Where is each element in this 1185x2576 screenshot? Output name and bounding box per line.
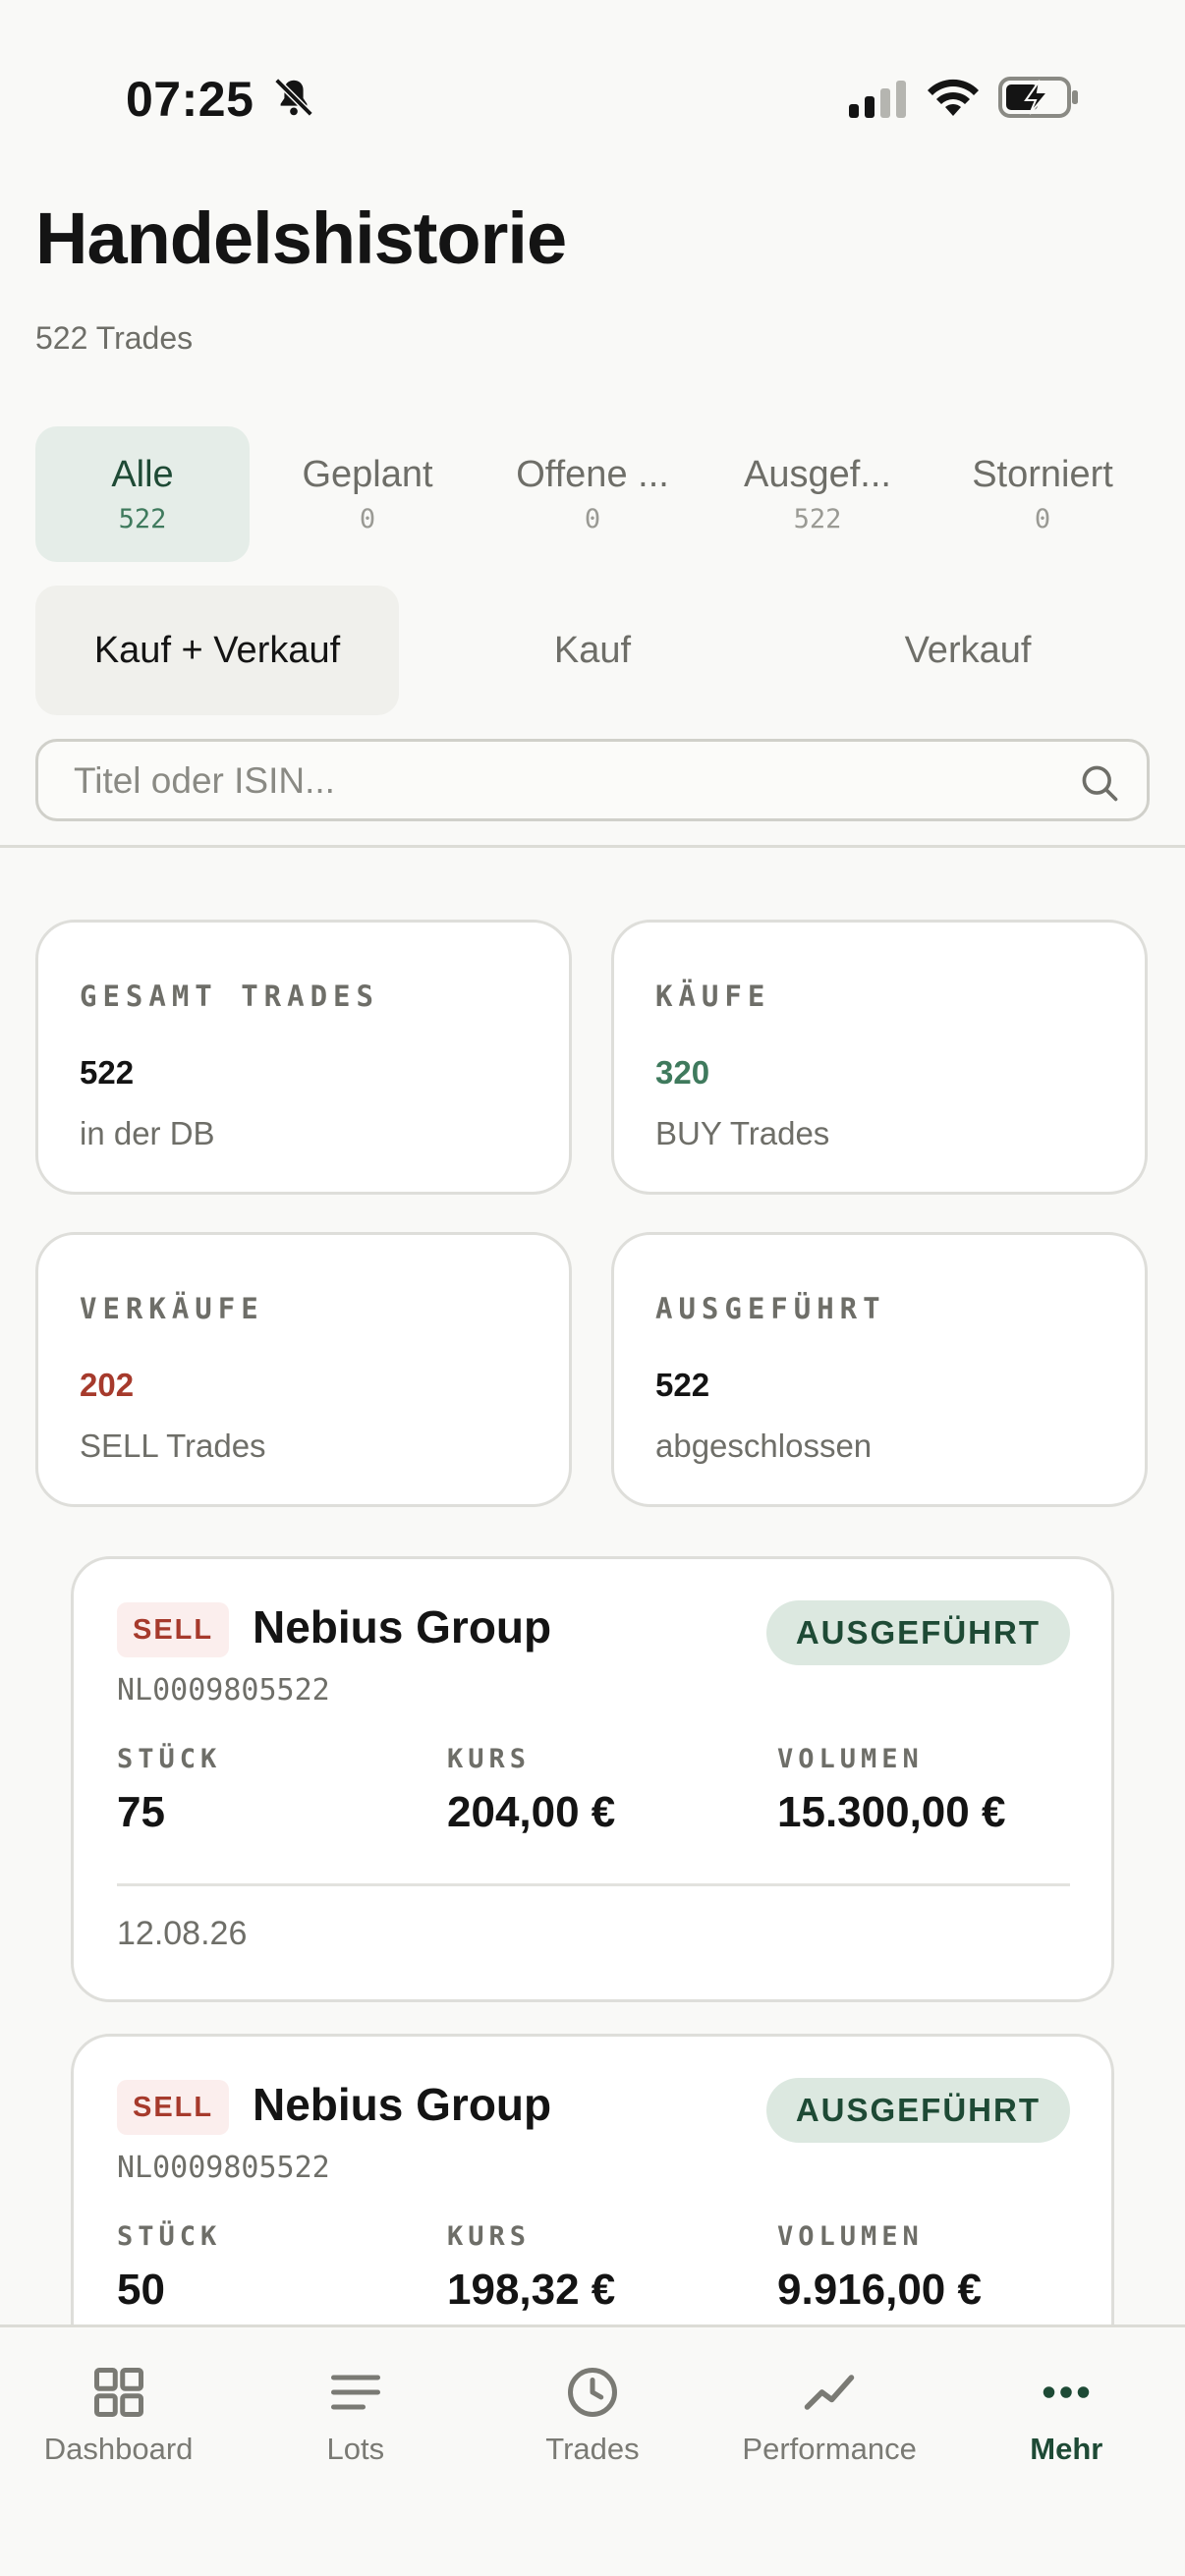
trade-title: Nebius Group — [253, 1601, 552, 1652]
tab-count: 0 — [584, 504, 601, 534]
qty-value: 50 — [117, 2266, 165, 2314]
status-bar: 07:25 — [0, 0, 1185, 187]
tab-ausgefuehrt[interactable]: Ausgef... 522 — [710, 426, 925, 562]
tab-label: Storniert — [972, 454, 1113, 495]
trade-count-subtitle: 522 Trades — [35, 320, 194, 356]
status-time: 07:25 — [126, 72, 254, 127]
tab-label: Geplant — [302, 454, 433, 495]
stat-value: 522 — [655, 1367, 710, 1403]
stat-value: 320 — [655, 1054, 710, 1091]
qty-column: STÜCK 50 — [117, 2221, 221, 2315]
tab-count: 522 — [793, 504, 842, 534]
tab-alle[interactable]: Alle 522 — [35, 426, 250, 562]
stat-sub: in der DB — [80, 1115, 215, 1151]
trade-card[interactable]: SELL Nebius Group AUSGEFÜHRT NL000980552… — [71, 1556, 1114, 2002]
nav-performance[interactable]: Performance — [711, 2327, 948, 2576]
volume-label: VOLUMEN — [777, 2221, 924, 2252]
stat-card-buys: KÄUFE 320 BUY Trades — [611, 920, 1148, 1195]
nav-label: Performance — [742, 2432, 917, 2466]
qty-value: 75 — [117, 1788, 165, 1836]
nav-lots[interactable]: Lots — [237, 2327, 474, 2576]
isin: NL0009805522 — [117, 2151, 330, 2185]
tab-label: Offene ... — [516, 454, 669, 495]
trade-divider — [117, 1883, 1070, 1886]
signal-icon — [849, 81, 906, 118]
tab-geplant[interactable]: Geplant 0 — [260, 426, 475, 562]
search-icon[interactable] — [1078, 761, 1121, 805]
volume-label: VOLUMEN — [777, 1744, 924, 1774]
tab-storniert[interactable]: Storniert 0 — [935, 426, 1150, 562]
stat-value: 202 — [80, 1367, 135, 1403]
status-badge: AUSGEFÜHRT — [765, 2078, 1070, 2143]
price-column: KURS 204,00 € — [447, 1744, 615, 1837]
volume-column: VOLUMEN 9.916,00 € — [777, 2221, 982, 2315]
list-icon — [330, 2375, 380, 2410]
grid-icon — [93, 2368, 143, 2417]
filter-kauf[interactable]: Kauf — [411, 586, 774, 715]
wifi-icon — [928, 79, 979, 116]
price-value: 204,00 € — [447, 1788, 616, 1836]
qty-column: STÜCK 75 — [117, 1744, 221, 1837]
price-column: KURS 198,32 € — [447, 2221, 615, 2315]
price-value: 198,32 € — [447, 2266, 616, 2314]
status-badge: AUSGEFÜHRT — [765, 1600, 1070, 1665]
trade-date: 12.08.26 — [117, 1915, 248, 1952]
nav-label: Lots — [326, 2432, 385, 2466]
stat-sub: BUY Trades — [655, 1115, 830, 1151]
side-filter: Kauf + Verkauf Kauf Verkauf — [35, 586, 1150, 715]
volume-value: 15.300,00 € — [777, 1788, 1006, 1836]
filter-kauf-verkauf[interactable]: Kauf + Verkauf — [35, 586, 399, 715]
tab-count: 0 — [1034, 504, 1051, 534]
qty-label: STÜCK — [117, 2221, 222, 2252]
side-badge: SELL — [117, 2080, 230, 2135]
stat-card-total: GESAMT TRADES 522 in der DB — [35, 920, 572, 1195]
battery-charging-icon — [998, 77, 1078, 118]
volume-column: VOLUMEN 15.300,00 € — [777, 1744, 1005, 1837]
qty-label: STÜCK — [117, 1744, 222, 1774]
tab-count: 0 — [359, 504, 376, 534]
tab-offene[interactable]: Offene ... 0 — [485, 426, 700, 562]
stat-value: 522 — [80, 1054, 135, 1091]
clock-icon — [567, 2368, 617, 2417]
price-label: KURS — [447, 1744, 532, 1774]
bottom-nav: Dashboard Lots Trades Performance Mehr — [0, 2324, 1185, 2576]
volume-value: 9.916,00 € — [777, 2266, 982, 2314]
page-title: Handelshistorie — [35, 197, 567, 279]
trend-icon — [804, 2375, 855, 2410]
isin: NL0009805522 — [117, 1673, 330, 1708]
trade-title: Nebius Group — [253, 2079, 552, 2130]
stat-card-sells: VERKÄUFE 202 SELL Trades — [35, 1232, 572, 1507]
more-icon — [1044, 2386, 1090, 2398]
nav-mehr[interactable]: Mehr — [948, 2327, 1185, 2576]
tab-count: 522 — [118, 504, 167, 534]
stat-label: GESAMT TRADES — [80, 980, 379, 1013]
status-tabs: Alle 522 Geplant 0 Offene ... 0 Ausgef..… — [35, 426, 1150, 562]
price-label: KURS — [447, 2221, 532, 2252]
side-badge: SELL — [117, 1602, 230, 1657]
nav-label: Trades — [545, 2432, 640, 2466]
bell-muted-icon — [274, 78, 313, 117]
stat-sub: SELL Trades — [80, 1428, 266, 1464]
nav-trades[interactable]: Trades — [474, 2327, 710, 2576]
nav-dashboard[interactable]: Dashboard — [0, 2327, 237, 2576]
filter-verkauf[interactable]: Verkauf — [786, 586, 1150, 715]
header-divider — [0, 845, 1185, 848]
stat-label: VERKÄUFE — [80, 1292, 264, 1325]
stat-sub: abgeschlossen — [655, 1428, 873, 1464]
stat-card-executed: AUSGEFÜHRT 522 abgeschlossen — [611, 1232, 1148, 1507]
tab-label: Ausgef... — [744, 454, 891, 495]
search-box — [35, 739, 1150, 821]
nav-label: Mehr — [1030, 2432, 1103, 2466]
stat-label: KÄUFE — [655, 980, 771, 1013]
tab-label: Alle — [111, 454, 174, 495]
stat-label: AUSGEFÜHRT — [655, 1292, 886, 1325]
nav-label: Dashboard — [43, 2432, 194, 2466]
search-input[interactable] — [74, 754, 1037, 809]
